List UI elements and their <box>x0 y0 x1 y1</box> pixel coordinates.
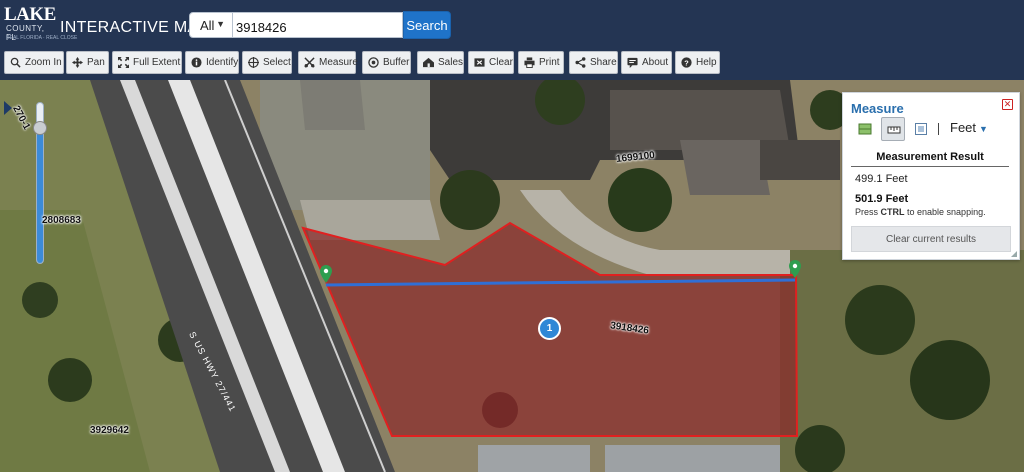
feature-count-badge[interactable]: 1 <box>538 317 561 340</box>
snapping-hint: Press CTRL to enable snapping. <box>855 207 986 217</box>
select-icon <box>248 57 259 68</box>
logo-title: LAKE <box>4 4 56 25</box>
select-button[interactable]: Select <box>242 51 292 74</box>
measure-location-button[interactable] <box>909 117 933 141</box>
app-header: LAKE COUNTY, FL REAL FLORIDA · REAL CLOS… <box>0 0 1024 80</box>
search-button[interactable]: Search <box>403 11 451 39</box>
measure-start-marker-icon[interactable] <box>320 265 332 283</box>
search-scope-value: All <box>200 18 215 33</box>
identify-label: Identify <box>206 57 239 68</box>
help-label: Help <box>696 57 717 68</box>
snapping-hint-suffix: to enable snapping. <box>904 207 986 217</box>
print-label: Print <box>539 57 560 68</box>
measure-panel: Measure ✕ Feet ▼ Measurement Result 499.1… <box>842 92 1020 260</box>
chevron-down-icon: ▼ <box>216 19 225 29</box>
clear-icon <box>474 58 485 67</box>
buffer-button[interactable]: Buffer <box>362 51 411 74</box>
pan-icon <box>72 57 83 68</box>
help-icon: ? <box>681 57 692 68</box>
info-icon <box>191 57 202 68</box>
measure-button[interactable]: Measure <box>298 51 358 74</box>
svg-text:?: ? <box>684 58 689 67</box>
print-button[interactable]: Print <box>518 51 564 74</box>
previous-measurement: 499.1 Feet <box>855 173 908 185</box>
snapping-hint-prefix: Press <box>855 207 881 217</box>
help-button[interactable]: ? Help <box>675 51 720 74</box>
full-extent-icon <box>118 57 129 68</box>
measure-area-button[interactable] <box>853 117 877 141</box>
zoom-in-label: Zoom In <box>25 57 62 68</box>
zoom-in-button[interactable]: Zoom In <box>4 51 64 74</box>
location-tool-icon <box>915 123 927 135</box>
measure-distance-button[interactable] <box>881 117 905 141</box>
clear-results-button[interactable]: Clear current results <box>851 226 1011 252</box>
buffer-icon <box>368 57 379 68</box>
toolbar-separator <box>938 123 939 135</box>
clear-label: Clear <box>489 57 513 68</box>
lake-county-logo[interactable]: LAKE COUNTY, FL REAL FLORIDA · REAL CLOS… <box>4 4 77 46</box>
search-input[interactable] <box>233 12 403 38</box>
measurement-result-heading: Measurement Result <box>851 151 1009 167</box>
unit-select[interactable]: Feet ▼ <box>950 120 988 135</box>
share-button[interactable]: Share <box>569 51 618 74</box>
app-title: INTERACTIVE MAP <box>60 19 210 36</box>
full-extent-button[interactable]: Full Extent <box>112 51 182 74</box>
area-tool-icon <box>858 123 872 135</box>
parcel-label: 3929642 <box>90 425 129 436</box>
unit-value: Feet <box>950 120 977 135</box>
share-icon <box>575 57 586 68</box>
pan-button[interactable]: Pan <box>66 51 109 74</box>
chevron-down-icon: ▼ <box>979 124 988 134</box>
pan-label: Pan <box>87 57 105 68</box>
sales-button[interactable]: Sales <box>417 51 464 74</box>
about-icon <box>627 57 638 68</box>
measure-icon <box>304 57 315 68</box>
zoom-slider-fill <box>37 128 43 263</box>
measure-end-marker-icon[interactable] <box>789 260 801 278</box>
snapping-hint-key: CTRL <box>880 207 905 217</box>
buffer-label: Buffer <box>383 57 410 68</box>
measure-label: Measure <box>319 57 358 68</box>
zoom-in-icon <box>10 57 21 68</box>
about-button[interactable]: About <box>621 51 672 74</box>
clear-button[interactable]: Clear <box>468 51 514 74</box>
identify-button[interactable]: Identify <box>185 51 239 74</box>
resize-handle-icon[interactable] <box>1011 251 1017 257</box>
zoom-slider-handle[interactable] <box>33 121 47 135</box>
close-icon[interactable]: ✕ <box>1002 99 1013 110</box>
share-label: Share <box>590 57 617 68</box>
sales-icon <box>423 57 434 68</box>
full-extent-label: Full Extent <box>133 57 181 68</box>
parcel-label: 2808683 <box>42 215 81 226</box>
select-label: Select <box>263 57 291 68</box>
sales-label: Sales <box>438 57 464 68</box>
about-label: About <box>642 57 669 68</box>
current-measurement: 501.9 Feet <box>855 193 909 205</box>
print-icon <box>524 57 535 68</box>
distance-tool-icon <box>887 126 901 134</box>
search-scope-select[interactable]: All ▼ <box>189 12 233 38</box>
measure-panel-title: Measure <box>851 101 904 116</box>
